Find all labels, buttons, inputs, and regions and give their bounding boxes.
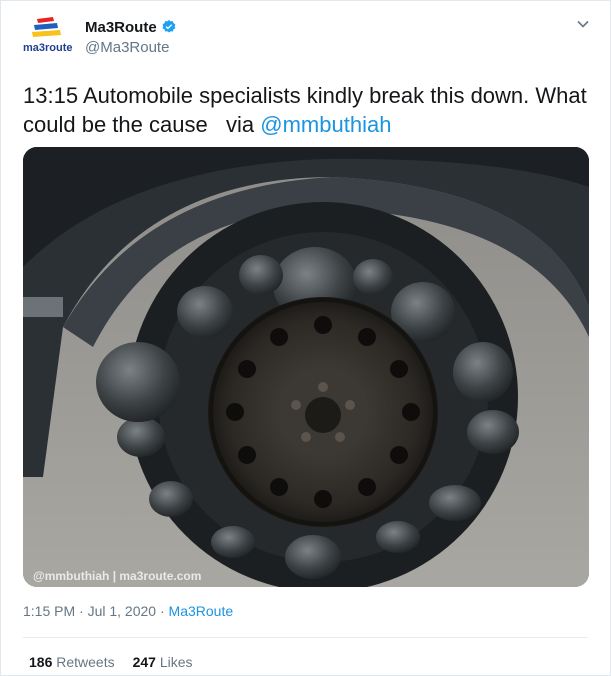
likes-stat[interactable]: 247 Likes [133, 654, 193, 670]
likes-label: Likes [159, 654, 193, 670]
tweet-card: ma3route Ma3Route @Ma3Route 13:15 Automo… [0, 0, 611, 676]
retweets-count: 186 [29, 654, 53, 670]
author-name-row[interactable]: Ma3Route [85, 17, 177, 37]
logo-text: ma3route [23, 42, 73, 54]
ma3route-logo-avatar[interactable]: ma3route [23, 15, 75, 55]
retweets-label: Retweets [56, 654, 115, 670]
image-watermark: @mmbuthiah | ma3route.com [33, 569, 202, 583]
author-name[interactable]: Ma3Route [85, 19, 157, 36]
tweet-image[interactable]: @mmbuthiah | ma3route.com [23, 147, 589, 587]
tweet-timestamp[interactable]: 1:15 PM · Jul 1, 2020 · [23, 603, 169, 619]
retweets-stat[interactable]: 186 Retweets [29, 654, 115, 670]
author-handle[interactable]: @Ma3Route [85, 39, 169, 56]
tweet-meta: 1:15 PM · Jul 1, 2020 · Ma3Route [23, 603, 233, 619]
mention-link[interactable]: @mmbuthiah [260, 112, 391, 137]
chevron-down-icon[interactable] [576, 17, 590, 31]
bulging-tire-photo [23, 147, 589, 587]
likes-count: 247 [132, 654, 156, 670]
verified-badge-icon [162, 20, 176, 33]
divider [23, 637, 588, 638]
tweet-text: 13:15 Automobile specialists kindly brea… [23, 81, 593, 139]
tweet-stats: 186 Retweets 247 Likes [29, 654, 193, 670]
tweet-source-link[interactable]: Ma3Route [169, 603, 234, 619]
